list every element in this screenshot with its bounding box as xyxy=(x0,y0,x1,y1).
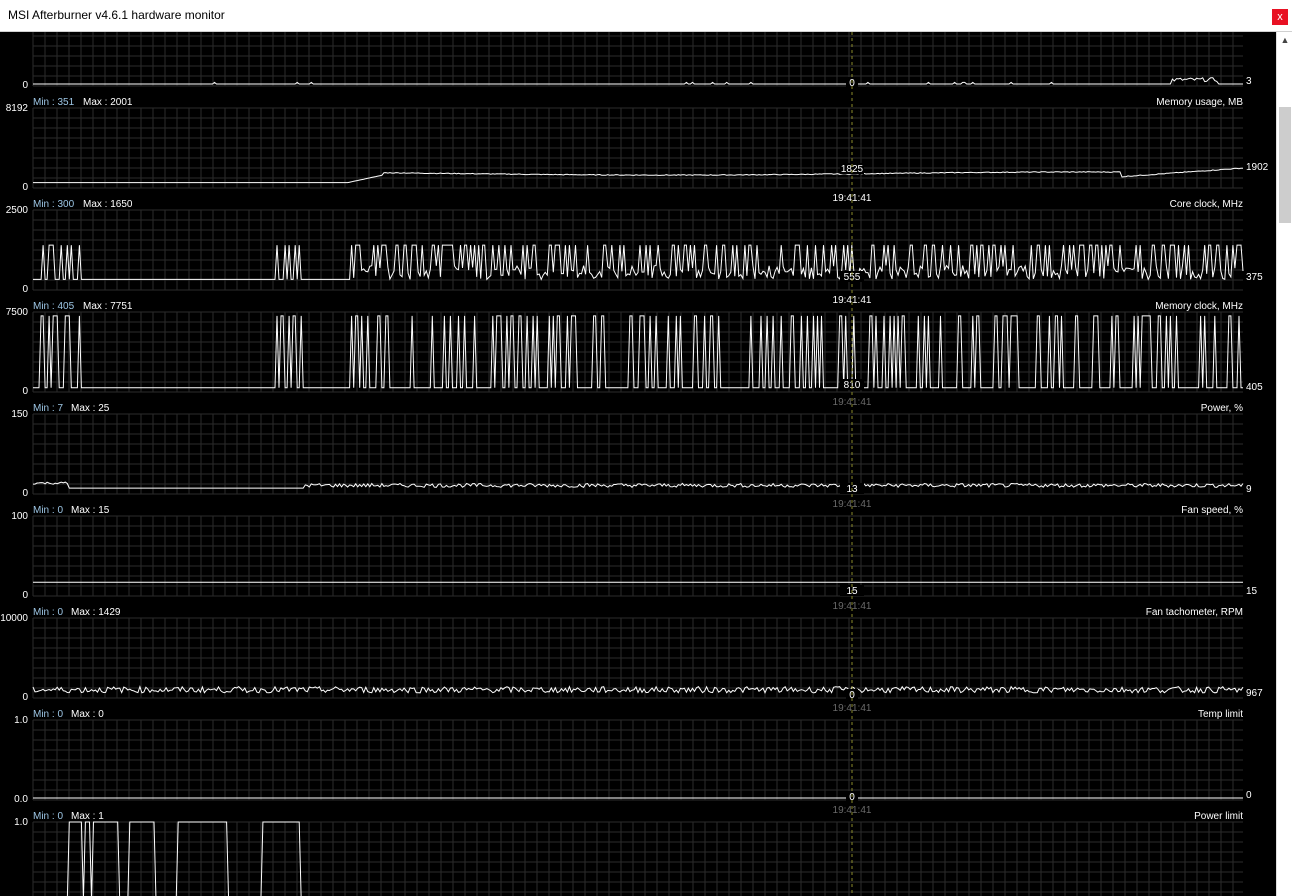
panel-gpu-usage xyxy=(32,32,1243,88)
y-max-label: 8192 xyxy=(6,103,29,114)
y-min-label: 0 xyxy=(22,284,28,295)
y-min-label: 0 xyxy=(22,386,28,397)
monitor-graph-area: 0 3 0 Min : 351 Max : 2001 8192 0 1902 1825 19:41… xyxy=(0,32,1276,896)
current-value: 3 xyxy=(1246,76,1252,87)
y-min-label: 0 xyxy=(22,80,28,91)
y-max-label: 100 xyxy=(11,511,28,522)
y-min-label: 0 xyxy=(22,590,28,601)
min-label: Min : 0 xyxy=(33,505,63,516)
panel-name-label: Core clock, MHz xyxy=(1170,199,1243,210)
window-titlebar: MSI Afterburner v4.6.1 hardware monitor … xyxy=(0,0,1292,32)
panel-name-label: Memory clock, MHz xyxy=(1155,301,1243,312)
y-max-label: 10000 xyxy=(0,613,28,624)
y-max-label: 7500 xyxy=(6,307,29,318)
current-value: 375 xyxy=(1246,272,1263,283)
panel-memory-usage-mb: Min : 351 Max : 2001 xyxy=(32,97,1243,189)
panel-memory-clock-mhz: Min : 405 Max : 7751 xyxy=(32,301,1243,393)
max-label: Max : 0 xyxy=(71,709,104,720)
series-trace xyxy=(33,481,1244,489)
series-trace xyxy=(33,167,1243,184)
min-label: Min : 351 xyxy=(33,97,75,108)
y-max-label: 2500 xyxy=(6,205,29,216)
current-value: 967 xyxy=(1246,688,1263,699)
series-trace xyxy=(33,77,1243,85)
scroll-thumb[interactable] xyxy=(1279,107,1291,223)
y-max-label: 150 xyxy=(11,409,28,420)
panel-name-label: Fan tachometer, RPM xyxy=(1146,607,1243,618)
panel-name-label: Power, % xyxy=(1201,403,1243,414)
max-label: Max : 1 xyxy=(71,811,104,822)
monitor-graphs: 0 30Min : 351 Max : 2001819201902182519:41… xyxy=(0,32,1269,896)
max-label: Max : 1650 xyxy=(83,199,133,210)
panel-fan-tachometer-rpm: Min : 0 Max : 1429 xyxy=(32,607,1244,700)
min-label: Min : 7 xyxy=(33,403,63,414)
panel-core-clock-mhz: Min : 300 Max : 1650 xyxy=(32,199,1244,291)
y-min-label: 0 xyxy=(22,488,28,499)
min-label: Min : 0 xyxy=(33,709,63,720)
window-title: MSI Afterburner v4.6.1 hardware monitor xyxy=(8,8,225,22)
y-min-label: 0.0 xyxy=(14,794,28,805)
max-label: Max : 1429 xyxy=(71,607,121,618)
min-label: Min : 300 xyxy=(33,199,75,210)
current-value: 9 xyxy=(1246,484,1252,495)
min-label: Min : 0 xyxy=(33,811,63,822)
panel-name-label: Memory usage, MB xyxy=(1156,97,1243,108)
panel-power: Min : 7 Max : 25 xyxy=(32,403,1244,495)
panel-fan-speed: Min : 0 Max : 15 xyxy=(32,505,1243,597)
current-value: 1902 xyxy=(1246,162,1269,173)
min-label: Min : 0 xyxy=(33,607,63,618)
max-label: Max : 25 xyxy=(71,403,110,414)
panel-power-limit: Min : 0 Max : 1 xyxy=(32,811,1243,896)
max-label: Max : 15 xyxy=(71,505,110,516)
panel-temp-limit: Min : 0 Max : 0 xyxy=(32,709,1243,802)
current-value: 15 xyxy=(1246,586,1258,597)
y-max-label: 1.0 xyxy=(14,817,28,828)
panel-name-label: Power limit xyxy=(1194,811,1243,822)
min-label: Min : 405 xyxy=(33,301,75,312)
current-value: 405 xyxy=(1246,382,1263,393)
current-value: 0 xyxy=(1246,790,1252,801)
series-trace xyxy=(66,821,302,896)
vertical-scrollbar[interactable]: ▲ xyxy=(1276,32,1292,896)
y-min-label: 0 xyxy=(22,692,28,703)
max-label: Max : 2001 xyxy=(83,97,133,108)
scroll-up-arrow-icon[interactable]: ▲ xyxy=(1277,32,1292,48)
panel-name-label: Fan speed, % xyxy=(1181,505,1243,516)
close-button[interactable]: x xyxy=(1272,9,1288,25)
max-label: Max : 7751 xyxy=(83,301,133,312)
panel-name-label: Temp limit xyxy=(1198,709,1243,720)
y-max-label: 1.0 xyxy=(14,715,28,726)
y-min-label: 0 xyxy=(22,182,28,193)
